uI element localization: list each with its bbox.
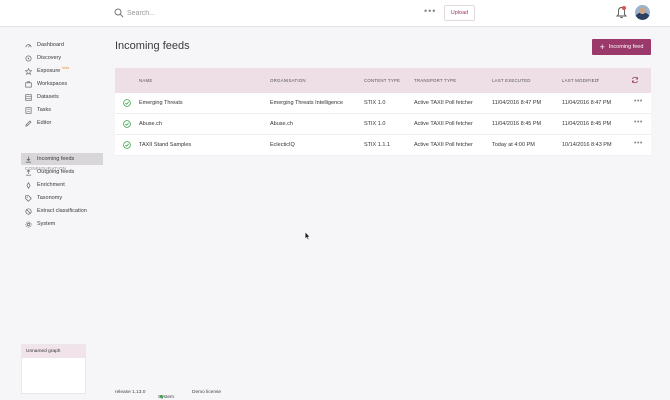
sidebar-item-label: Exposure [37, 68, 61, 74]
cell-name: Abuse.ch [139, 121, 162, 127]
status-ok-icon [123, 141, 131, 149]
cell-last-executed: 11/04/2016 8:45 PM [492, 121, 542, 127]
block-icon [25, 207, 32, 215]
status-ok-icon [123, 99, 131, 107]
sidebar-item-label: Extract classification [37, 208, 87, 214]
sidebar-item-label: Outgoing feeds [37, 169, 75, 175]
sidebar-item-label: Incoming feeds [37, 156, 75, 162]
more-options-button[interactable]: ••• [424, 6, 436, 16]
cell-name: Emerging Threats [139, 100, 183, 106]
cell-transport-type: Active TAXII Poll fetcher [414, 100, 473, 106]
cell-organisation: EclecticIQ [270, 142, 295, 148]
sidebar-item-label: Enrichment [37, 182, 65, 188]
sidebar-item-taxonomy[interactable]: Taxonomy [21, 192, 103, 204]
cell-organisation: Abuse.ch [270, 121, 293, 127]
column-header-transport-type[interactable]: TRANSPORT TYPE [414, 78, 456, 83]
enrichment-icon [26, 181, 31, 189]
column-header-organisation[interactable]: ORGANISATION [270, 78, 306, 83]
sidebar-item-label: Datasets [37, 94, 59, 100]
discovery-icon [25, 55, 32, 61]
row-more-button[interactable]: ••• [634, 98, 643, 105]
sidebar-item-workspaces[interactable]: Workspaces [21, 78, 103, 90]
table-row[interactable]: Abuse.ch Abuse.ch STIX 1.0 Active TAXII … [115, 114, 651, 135]
download-icon [25, 156, 32, 162]
star-icon [25, 67, 32, 75]
dashboard-icon [25, 43, 32, 47]
cell-content-type: STIX 1.0 [364, 121, 386, 127]
table-row[interactable]: TAXII Stand Samples EclecticIQ STIX 1.1.… [115, 135, 651, 156]
table-header: NAME ORGANISATION CONTENT TYPE TRANSPORT… [115, 68, 651, 93]
sidebar-item-label: Taxonomy [37, 195, 63, 201]
top-bar: ••• Upload [0, 0, 670, 27]
search-input[interactable] [127, 7, 327, 20]
sidebar-item-extract-classification[interactable]: Extract classification [21, 205, 103, 217]
sidebar-item-editor[interactable]: Editor [21, 117, 103, 129]
sidebar-item-label: Editor [37, 120, 52, 126]
beta-badge: beta [62, 66, 70, 70]
table-row[interactable]: Emerging Threats Emerging Threats Intell… [115, 93, 651, 114]
sidebar-item-tasks[interactable]: Tasks [21, 104, 103, 116]
column-header-name[interactable]: NAME [139, 78, 153, 83]
cell-last-executed: Today at 4:00 PM [492, 142, 535, 148]
status-dot [160, 395, 163, 398]
mouse-pointer-icon [305, 232, 310, 240]
tag-icon [25, 194, 32, 202]
plus-icon: + [599, 42, 605, 52]
datasets-icon [25, 93, 32, 101]
column-header-last-executed[interactable]: LAST EXECUTED [492, 78, 531, 83]
cell-transport-type: Active TAXII Poll fetcher [414, 121, 473, 127]
row-more-button[interactable]: ••• [634, 140, 643, 147]
sort-ascending-icon: ^ [597, 78, 600, 83]
editor-icon [25, 120, 32, 127]
sidebar-item-system[interactable]: System [21, 218, 103, 230]
sidebar-item-label: Discovery [37, 55, 62, 61]
avatar[interactable] [635, 5, 650, 20]
status-ok-icon [123, 120, 131, 128]
upload-button[interactable]: Upload [444, 5, 475, 21]
upload-icon [25, 169, 32, 175]
sidebar-item-incoming-feeds[interactable]: Incoming feeds [21, 153, 103, 165]
sidebar-item-dashboard[interactable]: Dashboard [21, 39, 103, 51]
add-incoming-feed-label: Incoming feed [608, 44, 644, 50]
search-icon [114, 8, 124, 18]
sidebar-item-label: Tasks [37, 107, 52, 113]
column-header-last-modified[interactable]: LAST MODIFIED [562, 78, 598, 83]
cell-transport-type: Active TAXII Poll fetcher [414, 142, 473, 148]
sidebar-item-datasets[interactable]: Datasets [21, 91, 103, 103]
sidebar-item-exposure[interactable]: Exposure beta [21, 65, 103, 77]
refresh-icon[interactable] [631, 76, 639, 84]
row-more-button[interactable]: ••• [634, 119, 643, 126]
footer: release 1.13.0 System Demo license [108, 385, 670, 400]
sidebar-item-label: System [37, 221, 56, 227]
notification-dot [622, 6, 626, 10]
sidebar-item-label: Dashboard [37, 42, 64, 48]
release-version: release 1.13.0 [115, 390, 146, 395]
graph-panel[interactable]: Unnamed graph [21, 344, 86, 394]
feeds-table: NAME ORGANISATION CONTENT TYPE TRANSPORT… [115, 68, 651, 156]
sidebar-item-outgoing-feeds[interactable]: Outgoing feeds [21, 166, 103, 178]
add-incoming-feed-button[interactable]: + Incoming feed [592, 39, 651, 55]
page-title: Incoming feeds [115, 40, 190, 52]
cell-content-type: STIX 1.0 [364, 100, 386, 106]
column-header-content-type[interactable]: CONTENT TYPE [364, 78, 400, 83]
cell-content-type: STIX 1.1.1 [364, 142, 390, 148]
license-info: Demo license [192, 390, 222, 395]
sidebar-item-discovery[interactable]: Discovery [21, 52, 103, 64]
cell-organisation: Emerging Threats Intelligence [270, 100, 343, 106]
cell-name: TAXII Stand Samples [139, 142, 192, 148]
tasks-icon [25, 106, 32, 114]
cell-last-executed: 11/04/2016 8:47 PM [492, 100, 542, 106]
graph-panel-title[interactable]: Unnamed graph [22, 345, 85, 358]
sidebar-item-enrichment[interactable]: Enrichment [21, 179, 103, 191]
cell-last-modified: 11/04/2016 8:47 PM [562, 100, 612, 106]
cell-last-modified: 10/14/2016 8:43 PM [562, 142, 612, 148]
cell-last-modified: 11/04/2016 8:45 PM [562, 121, 612, 127]
sidebar-item-label: Workspaces [37, 81, 68, 87]
gear-icon [25, 221, 32, 227]
workspaces-icon [25, 80, 32, 87]
